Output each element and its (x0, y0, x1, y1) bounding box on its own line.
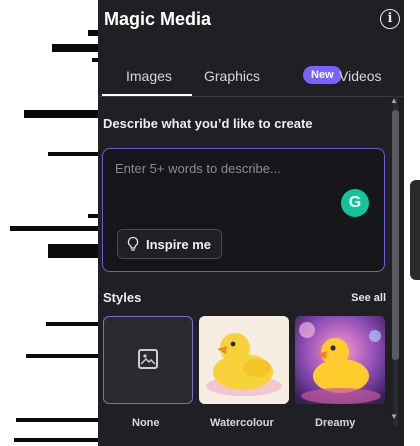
scroll-up-icon[interactable]: ▲ (390, 96, 398, 105)
magic-media-panel: Magic Media i Images Graphics New Videos… (98, 0, 404, 446)
tabs-divider (98, 96, 404, 97)
inspire-me-button[interactable]: Inspire me (117, 229, 223, 259)
prompt-label: Describe what you’d like to create (103, 116, 313, 131)
lightbulb-icon (127, 236, 139, 251)
scroll-down-icon[interactable]: ▼ (390, 412, 398, 421)
style-card-none[interactable] (103, 316, 193, 404)
tab-videos[interactable]: Videos (339, 68, 382, 84)
grammarly-icon[interactable]: G (341, 189, 369, 217)
style-card-dreamy[interactable] (295, 316, 385, 404)
style-card-watercolour[interactable] (199, 316, 289, 404)
styles-header: Styles See all (98, 290, 404, 310)
prompt-input[interactable]: Enter 5+ words to describe... G Inspire … (102, 148, 385, 272)
adjacent-panel-edge (410, 180, 420, 280)
tab-graphics[interactable]: Graphics (204, 68, 260, 84)
dreamy-duck-image (295, 316, 385, 404)
panel-header: Magic Media i (98, 0, 404, 40)
new-badge: New (303, 66, 342, 84)
styles-label: Styles (103, 290, 142, 305)
redacted-background (0, 0, 98, 446)
style-caption-none: None (132, 417, 160, 429)
see-all-link[interactable]: See all (351, 292, 386, 304)
watercolour-duck-image (199, 316, 289, 404)
prompt-placeholder: Enter 5+ words to describe... (115, 161, 281, 176)
style-caption-dreamy: Dreamy (315, 417, 356, 429)
image-placeholder-icon (138, 349, 158, 369)
info-icon[interactable]: i (380, 9, 400, 29)
scroll-thumb[interactable] (392, 110, 399, 360)
tab-images[interactable]: Images (126, 68, 172, 84)
style-caption-watercolour: Watercolour (210, 417, 274, 429)
inspire-me-label: Inspire me (146, 236, 212, 252)
panel-scrollbar[interactable]: ▲ ▼ (390, 96, 400, 426)
panel-title: Magic Media (104, 9, 212, 29)
media-tabs: Images Graphics New Videos (98, 60, 404, 97)
